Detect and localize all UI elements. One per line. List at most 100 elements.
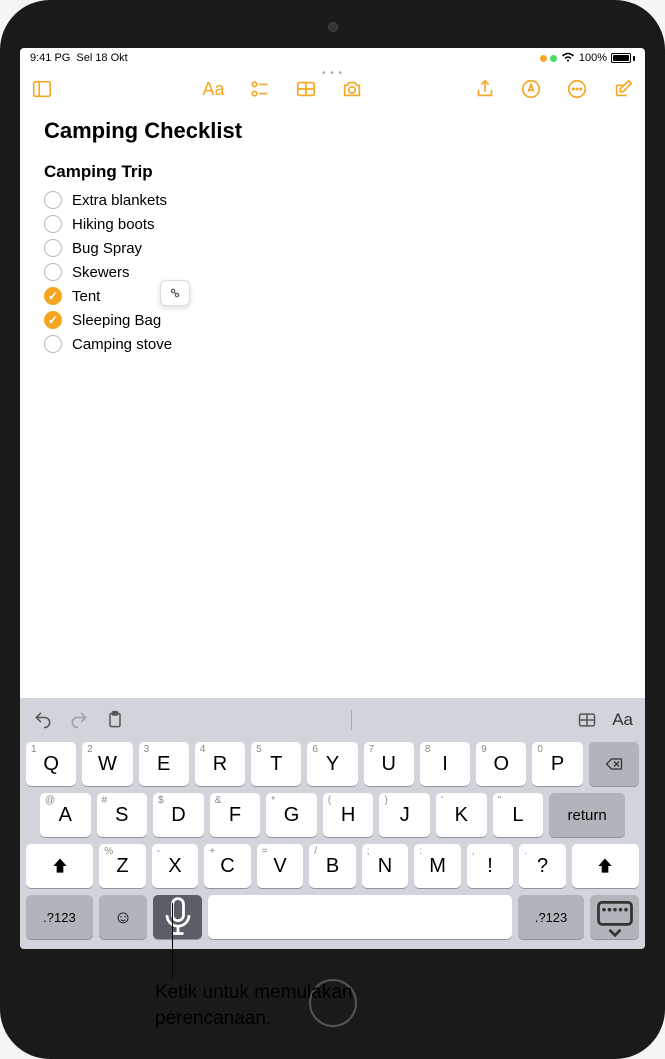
dictation-key[interactable] xyxy=(153,895,202,939)
key-g[interactable]: *G xyxy=(266,793,317,837)
table-icon[interactable] xyxy=(294,77,318,101)
table-shortcut-icon[interactable] xyxy=(576,709,598,731)
keyboard-toolbar: Aa xyxy=(24,702,641,738)
return-key[interactable]: return xyxy=(549,793,625,837)
key-c[interactable]: +C xyxy=(204,844,251,888)
sidebar-toggle-icon[interactable] xyxy=(30,77,54,101)
note-title[interactable]: Camping Checklist xyxy=(44,118,621,144)
check-circle-icon[interactable] xyxy=(44,191,62,209)
checklist-item-label[interactable]: Sleeping Bag xyxy=(72,312,161,329)
key-sub-label: 0 xyxy=(537,744,543,755)
key-m[interactable]: :M xyxy=(414,844,461,888)
compose-icon[interactable] xyxy=(611,77,635,101)
checklist-item-label[interactable]: Skewers xyxy=(72,264,130,281)
emoji-key[interactable]: ☺ xyxy=(99,895,148,939)
key-t[interactable]: 5T xyxy=(251,742,301,786)
key-n[interactable]: ;N xyxy=(362,844,409,888)
check-circle-icon[interactable] xyxy=(44,335,62,353)
check-circle-icon[interactable] xyxy=(44,287,62,305)
key-o[interactable]: 9O xyxy=(476,742,526,786)
key-j[interactable]: )J xyxy=(379,793,430,837)
key-?[interactable]: .? xyxy=(519,844,566,888)
key-u[interactable]: 7U xyxy=(364,742,414,786)
checklist-item-label[interactable]: Camping stove xyxy=(72,336,172,353)
key-w[interactable]: 2W xyxy=(82,742,132,786)
key-f[interactable]: &F xyxy=(210,793,261,837)
numbers-key[interactable]: .?123 xyxy=(26,895,93,939)
status-bar: 9:41 PG Sel 18 Okt • • • 100% xyxy=(20,48,645,68)
front-camera xyxy=(328,22,338,32)
note-subhead[interactable]: Camping Trip xyxy=(44,162,621,182)
key-h[interactable]: (H xyxy=(323,793,374,837)
hide-keyboard-key[interactable] xyxy=(590,895,639,939)
space-key[interactable] xyxy=(208,895,512,939)
format-text-icon[interactable]: Aa xyxy=(202,77,226,101)
redo-icon[interactable] xyxy=(68,709,90,731)
key-main-label: I xyxy=(442,753,448,776)
check-circle-icon[interactable] xyxy=(44,263,62,281)
checklist-item[interactable]: Hiking boots xyxy=(44,212,621,236)
key-i[interactable]: 8I xyxy=(420,742,470,786)
checklist-item[interactable]: Bug Spray xyxy=(44,236,621,260)
checklist-icon[interactable] xyxy=(248,77,272,101)
key-v[interactable]: =V xyxy=(257,844,304,888)
checklist-item[interactable]: Tent xyxy=(44,284,621,308)
backspace-key[interactable] xyxy=(589,742,639,786)
key-x[interactable]: -X xyxy=(152,844,199,888)
key-main-label: S xyxy=(115,804,128,827)
checklist-item[interactable]: Sleeping Bag xyxy=(44,308,621,332)
key-q[interactable]: 1Q xyxy=(26,742,76,786)
checklist-item[interactable]: Skewers xyxy=(44,260,621,284)
key-main-label: D xyxy=(171,804,185,827)
checklist-item-label[interactable]: Extra blankets xyxy=(72,192,167,209)
checklist-item[interactable]: Camping stove xyxy=(44,332,621,356)
clipboard-icon[interactable] xyxy=(104,709,126,731)
key-main-label: B xyxy=(326,855,339,878)
key-main-label: Y xyxy=(326,753,339,776)
shift-key-left[interactable] xyxy=(26,844,93,888)
key-sub-label: 3 xyxy=(144,744,150,755)
key-main-label: ? xyxy=(537,855,548,878)
key-sub-label: , xyxy=(472,846,475,857)
key-s[interactable]: #S xyxy=(97,793,148,837)
key-e[interactable]: 3E xyxy=(139,742,189,786)
note-content[interactable]: Camping Checklist Camping Trip Extra bla… xyxy=(20,110,645,698)
shift-key-right[interactable] xyxy=(572,844,639,888)
key-sub-label: # xyxy=(102,795,108,806)
format-shortcut-icon[interactable]: Aa xyxy=(612,710,633,730)
wifi-icon xyxy=(561,51,575,65)
insertion-cursor-popup[interactable] xyxy=(160,280,190,306)
key-r[interactable]: 4R xyxy=(195,742,245,786)
key-main-label: O xyxy=(494,753,510,776)
checklist-item-label[interactable]: Tent xyxy=(72,288,100,305)
undo-icon[interactable] xyxy=(32,709,54,731)
key-d[interactable]: $D xyxy=(153,793,204,837)
camera-icon[interactable] xyxy=(340,77,364,101)
key-sub-label: * xyxy=(271,795,275,806)
key-main-label: F xyxy=(229,804,241,827)
check-circle-icon[interactable] xyxy=(44,239,62,257)
markup-icon[interactable] xyxy=(519,77,543,101)
key-y[interactable]: 6Y xyxy=(307,742,357,786)
key-l[interactable]: "L xyxy=(493,793,544,837)
key-b[interactable]: /B xyxy=(309,844,356,888)
key-p[interactable]: 0P xyxy=(532,742,582,786)
key-sub-label: = xyxy=(262,846,268,857)
key-![interactable]: ,! xyxy=(467,844,514,888)
key-a[interactable]: @A xyxy=(40,793,91,837)
key-main-label: ! xyxy=(487,855,493,878)
share-icon[interactable] xyxy=(473,77,497,101)
check-circle-icon[interactable] xyxy=(44,215,62,233)
key-main-label: Z xyxy=(116,855,128,878)
checklist-item[interactable]: Extra blankets xyxy=(44,188,621,212)
key-main-label: E xyxy=(157,753,170,776)
checklist-item-label[interactable]: Bug Spray xyxy=(72,240,142,257)
key-z[interactable]: %Z xyxy=(99,844,146,888)
key-k[interactable]: 'K xyxy=(436,793,487,837)
check-circle-icon[interactable] xyxy=(44,311,62,329)
callout-line xyxy=(172,903,173,978)
numbers-key-right[interactable]: .?123 xyxy=(518,895,585,939)
more-icon[interactable] xyxy=(565,77,589,101)
key-main-label: J xyxy=(400,804,410,827)
checklist-item-label[interactable]: Hiking boots xyxy=(72,216,155,233)
